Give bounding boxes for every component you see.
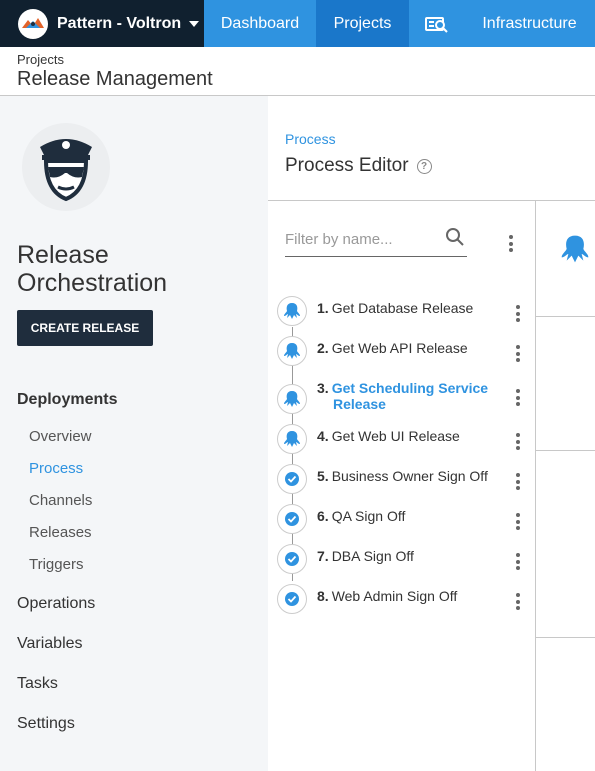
- step-detail-panel: [536, 201, 595, 771]
- step-menu-icon[interactable]: [515, 553, 521, 573]
- divider: [536, 637, 595, 638]
- sidebar-item-process[interactable]: Process: [29, 460, 83, 477]
- step-menu-icon[interactable]: [515, 593, 521, 613]
- sidebar-settings[interactable]: Settings: [17, 715, 75, 733]
- project-sidebar: Release Orchestration CREATE RELEASE Dep…: [0, 96, 268, 771]
- sidebar-item-triggers[interactable]: Triggers: [29, 556, 83, 573]
- process-breadcrumb[interactable]: Process: [285, 131, 336, 147]
- project-name: Release Orchestration: [17, 241, 168, 297]
- space-switcher[interactable]: Pattern - Voltron: [0, 0, 204, 47]
- octopus-icon: [277, 424, 307, 454]
- step-menu-icon[interactable]: [515, 389, 521, 409]
- sidebar-item-channels[interactable]: Channels: [29, 492, 92, 509]
- step-label: 3. Get Scheduling Service Release: [317, 380, 489, 412]
- divider: [536, 316, 595, 317]
- sidebar-tasks[interactable]: Tasks: [17, 675, 58, 693]
- steps-list: 1.Get Database Release 2.Get Web API Rel…: [268, 201, 535, 771]
- step-item[interactable]: 3. Get Scheduling Service Release: [277, 377, 527, 421]
- check-icon: [277, 584, 307, 614]
- divider: [536, 450, 595, 451]
- step-item[interactable]: 4. Get Web UI Release: [277, 421, 527, 457]
- step-label: 1. Get Database Release: [317, 300, 474, 316]
- step-item[interactable]: 7. DBA Sign Off: [277, 541, 527, 577]
- filter-input[interactable]: [285, 221, 435, 257]
- step-menu-icon[interactable]: [515, 513, 521, 533]
- check-icon: [277, 464, 307, 494]
- step-item[interactable]: 6. QA Sign Off: [277, 501, 527, 537]
- nav-infrastructure[interactable]: Infrastructure: [464, 0, 595, 47]
- top-nav: Pattern - Voltron Dashboard Projects Inf…: [0, 0, 595, 47]
- process-editor-title-text: Process Editor: [285, 155, 409, 176]
- sidebar-item-overview[interactable]: Overview: [29, 428, 92, 445]
- search-machines-icon: [424, 16, 448, 33]
- sidebar-operations[interactable]: Operations: [17, 595, 95, 613]
- space-name: Pattern - Voltron: [57, 14, 182, 32]
- step-label: 4. Get Web UI Release: [317, 428, 460, 444]
- sidebar-item-releases[interactable]: Releases: [29, 524, 92, 541]
- step-label: 5. Business Owner Sign Off: [317, 468, 488, 484]
- filter-menu-icon[interactable]: [508, 235, 514, 255]
- sidebar-variables[interactable]: Variables: [17, 635, 83, 653]
- space-logo-icon: [18, 8, 48, 39]
- step-menu-icon[interactable]: [515, 433, 521, 453]
- octopus-icon: [277, 384, 307, 414]
- help-icon[interactable]: ?: [416, 158, 432, 174]
- sidebar-deployments[interactable]: Deployments: [17, 391, 117, 409]
- step-label: 6. QA Sign Off: [317, 508, 406, 524]
- step-label: 8. Web Admin Sign Off: [317, 588, 458, 604]
- octopus-icon: [277, 336, 307, 366]
- octopus-icon: [561, 235, 589, 263]
- step-item[interactable]: 1. Get Database Release: [277, 293, 527, 329]
- octopus-icon: [277, 296, 307, 326]
- process-editor-panel: Process Process Editor ? 1.Get Database …: [268, 112, 595, 771]
- step-item[interactable]: 8. Web Admin Sign Off: [277, 581, 527, 617]
- nav-projects[interactable]: Projects: [316, 0, 409, 47]
- step-menu-icon[interactable]: [515, 473, 521, 493]
- breadcrumb[interactable]: Projects: [17, 52, 595, 67]
- step-label: 2. Get Web API Release: [317, 340, 468, 356]
- project-logo: [22, 123, 110, 211]
- create-release-button[interactable]: CREATE RELEASE: [17, 310, 153, 346]
- page-header: Projects Release Management: [0, 47, 595, 96]
- step-label: 7. DBA Sign Off: [317, 548, 414, 564]
- step-menu-icon[interactable]: [515, 345, 521, 365]
- search-icon[interactable]: [445, 227, 465, 247]
- page-title: Release Management: [17, 68, 213, 90]
- police-officer-icon: [40, 139, 92, 202]
- step-item[interactable]: 5. Business Owner Sign Off: [277, 461, 527, 497]
- chevron-down-icon: [189, 20, 200, 27]
- nav-dashboard[interactable]: Dashboard: [204, 0, 316, 47]
- check-icon: [277, 504, 307, 534]
- step-menu-icon[interactable]: [515, 305, 521, 325]
- step-item[interactable]: 2. Get Web API Release: [277, 333, 527, 369]
- nav-search-machines[interactable]: [409, 0, 464, 47]
- filter-field: [285, 221, 467, 257]
- check-icon: [277, 544, 307, 574]
- process-editor-title: Process Editor ?: [285, 155, 432, 177]
